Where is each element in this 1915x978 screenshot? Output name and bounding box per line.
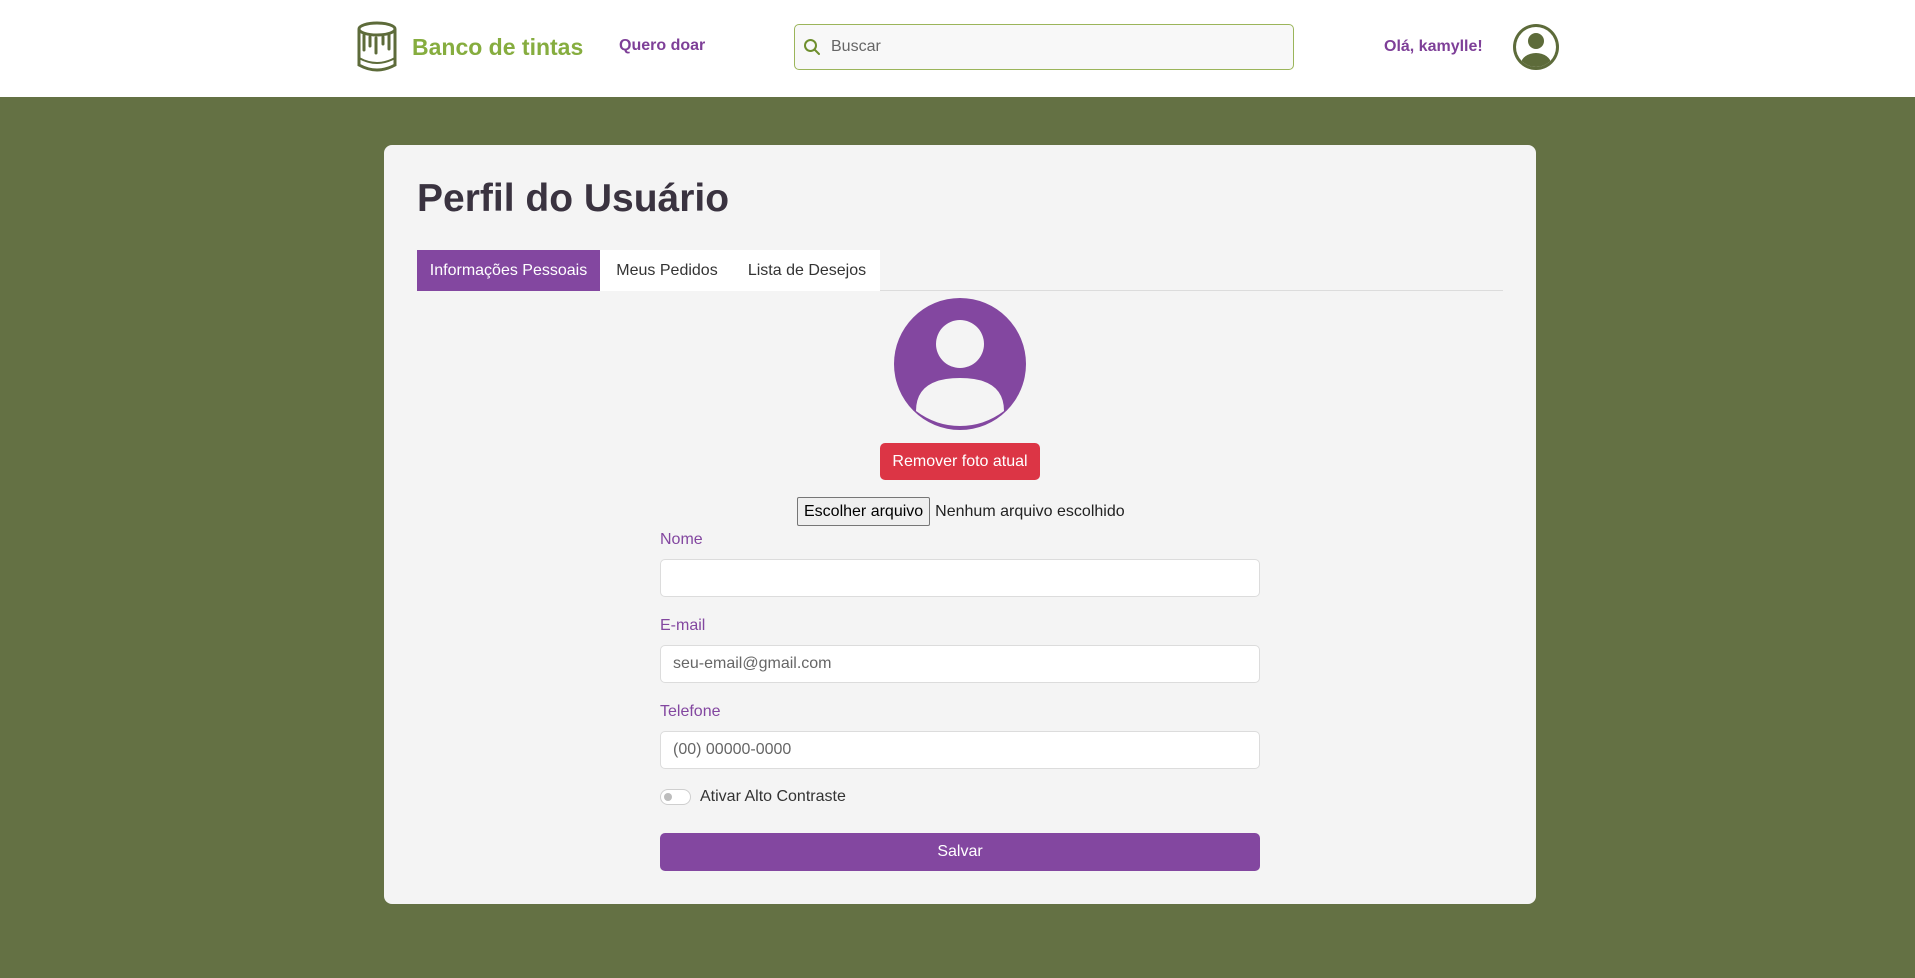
email-field[interactable] [660, 645, 1260, 683]
save-button[interactable]: Salvar [660, 833, 1260, 871]
top-navbar: Banco de tintas Quero doar Olá, kamylle! [0, 0, 1915, 97]
user-greeting[interactable]: Olá, kamylle! [1384, 38, 1483, 56]
file-input: Escolher arquivo Nenhum arquivo escolhid… [797, 497, 1125, 526]
donate-link[interactable]: Quero doar [619, 37, 705, 55]
high-contrast-toggle[interactable] [660, 789, 691, 805]
phone-field[interactable] [660, 731, 1260, 769]
tab-personal-info[interactable]: Informações Pessoais [417, 250, 600, 291]
search-bar [794, 24, 1294, 70]
page-title: Perfil do Usuário [417, 177, 730, 220]
tab-wishlist[interactable]: Lista de Desejos [734, 250, 880, 291]
choose-file-button[interactable]: Escolher arquivo [797, 497, 931, 526]
high-contrast-toggle-row[interactable]: Ativar Alto Contraste [660, 788, 846, 806]
user-avatar-icon[interactable] [1513, 24, 1559, 70]
profile-tabs: Informações Pessoais Meus Pedidos Lista … [417, 250, 1503, 291]
name-field[interactable] [660, 559, 1260, 597]
name-label: Nome [660, 531, 703, 548]
file-status: Nenhum arquivo escolhido [935, 502, 1125, 520]
phone-label: Telefone [660, 703, 721, 720]
search-input[interactable] [831, 38, 1271, 56]
brand-name: Banco de tintas [412, 33, 584, 60]
search-icon [804, 39, 820, 55]
user-avatar-icon [894, 298, 1026, 430]
remove-photo-button[interactable]: Remover foto atual [880, 443, 1040, 480]
tab-my-orders[interactable]: Meus Pedidos [600, 250, 734, 291]
brand[interactable]: Banco de tintas [356, 20, 583, 74]
high-contrast-label: Ativar Alto Contraste [700, 788, 846, 805]
email-label: E-mail [660, 617, 706, 634]
paint-bucket-icon [357, 21, 397, 72]
toggle-knob [664, 793, 672, 801]
profile-card: Perfil do Usuário Informações Pessoais M… [384, 145, 1536, 904]
